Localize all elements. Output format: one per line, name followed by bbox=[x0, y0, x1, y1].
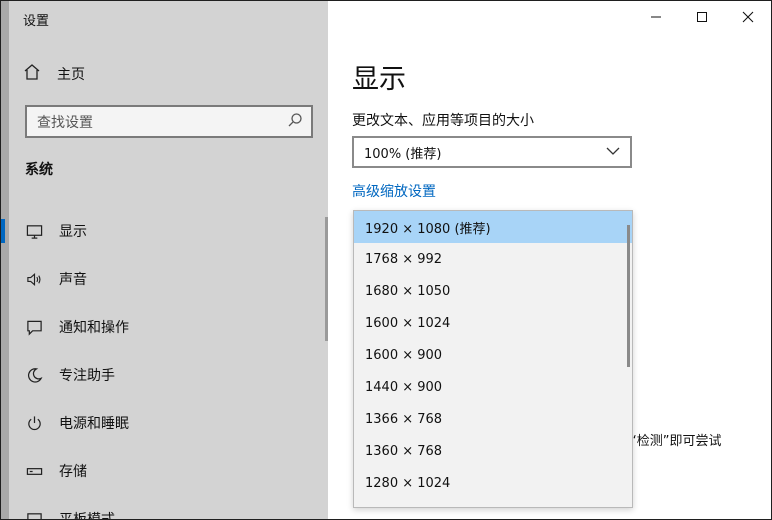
tablet-icon bbox=[25, 510, 43, 519]
sidebar-item-notifications[interactable]: 通知和操作 bbox=[9, 303, 328, 351]
detect-text: “检测”即可尝试 bbox=[630, 434, 722, 449]
sidebar-item-storage[interactable]: 存储 bbox=[9, 447, 328, 495]
home-icon bbox=[23, 63, 41, 85]
scale-label: 更改文本、应用等项目的大小 bbox=[352, 113, 534, 129]
sidebar-item-label: 平板模式 bbox=[59, 512, 115, 520]
sidebar-item-label: 电源和睡眠 bbox=[59, 416, 129, 432]
search-icon bbox=[287, 112, 303, 132]
sidebar-item-focus-assist[interactable]: 专注助手 bbox=[9, 351, 328, 399]
page-title: 显示 bbox=[352, 64, 406, 95]
maximize-icon bbox=[696, 8, 708, 27]
scale-select[interactable]: 100% (推荐) bbox=[352, 136, 632, 168]
resolution-dropdown-list: 1920 × 1080 (推荐) 1768 × 992 1680 × 1050 … bbox=[353, 210, 633, 508]
section-title: 系统 bbox=[25, 162, 53, 178]
notification-icon bbox=[25, 318, 43, 336]
close-icon bbox=[742, 8, 754, 27]
home-label: 主页 bbox=[57, 67, 85, 83]
scale-select-value: 100% (推荐) bbox=[364, 146, 442, 162]
sidebar-nav: 显示 声音 通知和操作 专注助手 电源和睡眠 存储 平板模式 bbox=[1, 207, 328, 520]
sidebar-item-label: 声音 bbox=[59, 272, 87, 288]
sidebar-item-label: 存储 bbox=[59, 464, 87, 480]
monitor-icon bbox=[25, 222, 43, 240]
resolution-option[interactable]: 1366 × 768 bbox=[354, 403, 632, 435]
sidebar-item-home[interactable]: 主页 bbox=[23, 63, 85, 85]
resolution-option[interactable]: 1768 × 992 bbox=[354, 243, 632, 275]
sidebar-item-tablet-mode[interactable]: 平板模式 bbox=[9, 495, 328, 520]
resolution-option[interactable]: 1920 × 1080 (推荐) bbox=[354, 211, 632, 243]
resolution-option[interactable]: 1440 × 900 bbox=[354, 371, 632, 403]
settings-window: 设置 主页 查找设置 系统 显示 声音 通知和操作 专注助手 电源和睡眠 存储 … bbox=[0, 0, 772, 520]
advanced-scaling-link[interactable]: 高级缩放设置 bbox=[352, 181, 436, 201]
sidebar-item-label: 专注助手 bbox=[59, 368, 115, 384]
sidebar-item-label: 显示 bbox=[59, 224, 87, 240]
resolution-option[interactable]: 1600 × 1024 bbox=[354, 307, 632, 339]
resolution-option[interactable]: 1360 × 768 bbox=[354, 435, 632, 467]
dropdown-scrollbar[interactable] bbox=[627, 225, 630, 367]
sidebar: 设置 主页 查找设置 系统 显示 声音 通知和操作 专注助手 电源和睡眠 存储 … bbox=[1, 1, 328, 519]
resolution-option[interactable]: 1280 × 1024 bbox=[354, 467, 632, 499]
sidebar-item-label: 通知和操作 bbox=[59, 320, 129, 336]
storage-icon bbox=[25, 462, 43, 480]
sidebar-item-display[interactable]: 显示 bbox=[1, 207, 328, 255]
chevron-down-icon bbox=[606, 145, 620, 160]
sidebar-item-sound[interactable]: 声音 bbox=[9, 255, 328, 303]
speaker-icon bbox=[25, 270, 43, 288]
moon-icon bbox=[25, 366, 43, 384]
minimize-button[interactable] bbox=[633, 1, 679, 33]
minimize-icon bbox=[650, 8, 662, 27]
window-controls bbox=[633, 1, 771, 33]
search-input[interactable]: 查找设置 bbox=[25, 105, 313, 138]
search-placeholder: 查找设置 bbox=[37, 114, 93, 131]
app-title: 设置 bbox=[23, 14, 50, 29]
resolution-option[interactable]: 1600 × 900 bbox=[354, 339, 632, 371]
sidebar-item-power-sleep[interactable]: 电源和睡眠 bbox=[9, 399, 328, 447]
power-icon bbox=[25, 414, 43, 432]
maximize-button[interactable] bbox=[679, 1, 725, 33]
close-button[interactable] bbox=[725, 1, 771, 33]
resolution-option[interactable]: 1680 × 1050 bbox=[354, 275, 632, 307]
